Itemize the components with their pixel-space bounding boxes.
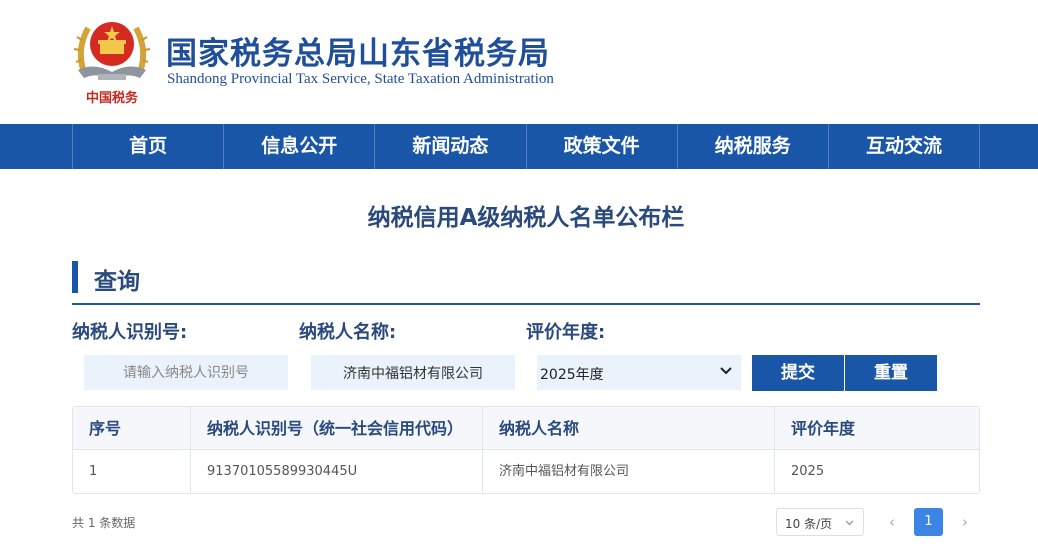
evaluation-year-select[interactable]: 2025年度 — [537, 355, 741, 390]
page-number-button[interactable]: 1 — [914, 508, 943, 536]
cell-taxpayer-name: 济南中福铝材有限公司 — [483, 450, 775, 493]
nav-item-interaction[interactable]: 互动交流 — [829, 124, 981, 169]
nav-item-tax-service[interactable]: 纳税服务 — [678, 124, 829, 169]
evaluation-year-label: 评价年度: — [526, 322, 606, 343]
nav-item-news[interactable]: 新闻动态 — [375, 124, 527, 169]
table-header-row: 序号 纳税人识别号（统一社会信用代码） 纳税人名称 评价年度 — [73, 407, 979, 450]
site-subtitle: Shandong Provincial Tax Service, State T… — [167, 71, 554, 87]
next-page-button[interactable]: › — [956, 510, 974, 534]
tax-emblem-logo[interactable]: 中国税务 — [70, 10, 154, 110]
page-size-select[interactable]: 10 条/页 — [776, 508, 864, 536]
results-table: 序号 纳税人识别号（统一社会信用代码） 纳税人名称 评价年度 1 9137010… — [72, 406, 980, 494]
table-row: 1 91370105589930445U 济南中福铝材有限公司 2025 — [73, 450, 979, 493]
cell-index: 1 — [73, 450, 191, 493]
nav-bar: 首页 信息公开 新闻动态 政策文件 纳税服务 互动交流 — [72, 124, 981, 169]
nav-item-info-disclosure[interactable]: 信息公开 — [224, 124, 376, 169]
emblem-caption: 中国税务 — [86, 90, 139, 106]
total-count: 共 1 条数据 — [72, 516, 136, 530]
query-section-header: 查询 — [72, 259, 980, 305]
main-nav: 首页 信息公开 新闻动态 政策文件 纳税服务 互动交流 — [0, 124, 1038, 169]
reset-button[interactable]: 重置 — [845, 355, 937, 391]
section-title: 查询 — [94, 269, 140, 295]
column-header-index: 序号 — [73, 407, 191, 449]
cell-taxpayer-id: 91370105589930445U — [191, 450, 483, 493]
column-header-taxpayer-id: 纳税人识别号（统一社会信用代码） — [191, 407, 483, 449]
nav-item-home[interactable]: 首页 — [73, 124, 225, 169]
prev-page-button[interactable]: ‹ — [883, 510, 901, 534]
chevron-down-icon — [720, 367, 732, 375]
taxpayer-name-input[interactable] — [311, 355, 515, 390]
taxpayer-name-label: 纳税人名称: — [299, 322, 397, 343]
evaluation-year-value: 2025年度 — [540, 367, 604, 383]
site-header: 中国税务 国家税务总局山东省税务局 Shandong Provincial Ta… — [0, 0, 1038, 124]
submit-button[interactable]: 提交 — [752, 355, 844, 391]
column-header-taxpayer-name: 纳税人名称 — [483, 407, 775, 449]
taxpayer-id-input[interactable] — [84, 355, 288, 390]
nav-item-policy[interactable]: 政策文件 — [527, 124, 678, 169]
site-title: 国家税务总局山东省税务局 — [166, 36, 550, 72]
cell-evaluation-year: 2025 — [791, 464, 825, 479]
section-accent-bar — [72, 261, 78, 293]
page-title: 纳税信用A级纳税人名单公布栏 — [367, 205, 685, 231]
chevron-down-icon — [845, 520, 854, 526]
taxpayer-id-label: 纳税人识别号: — [72, 322, 188, 343]
page-size-value: 10 条/页 — [785, 517, 833, 531]
column-header-evaluation-year: 评价年度 — [791, 419, 856, 438]
